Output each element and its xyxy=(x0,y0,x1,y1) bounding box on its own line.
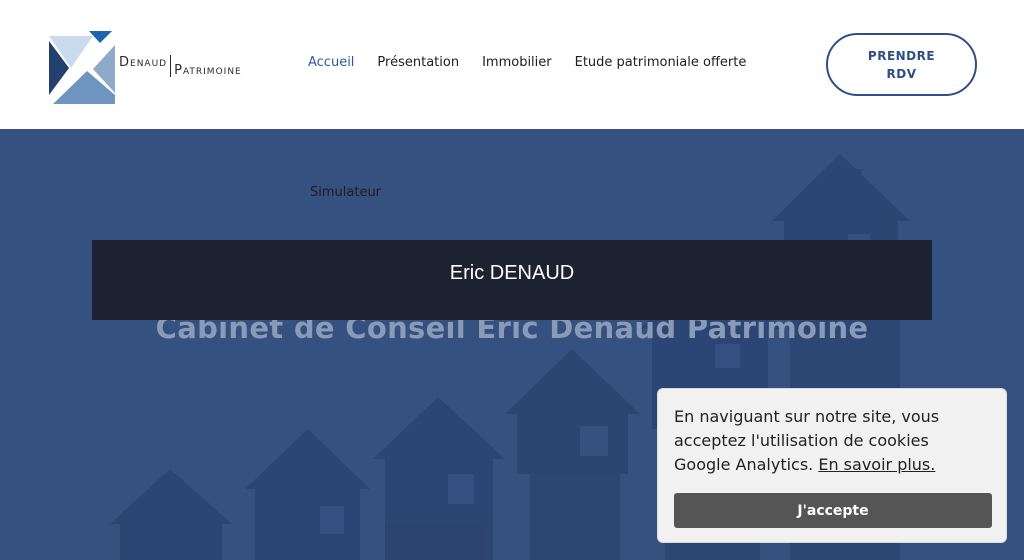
cta-line-1: PRENDRE xyxy=(867,48,936,63)
cookie-consent-popup: En naviguant sur notre site, vous accept… xyxy=(657,388,1007,543)
banner-name: Eric DENAUD xyxy=(449,261,575,284)
main-nav: Accueil Présentation Immobilier Etude pa… xyxy=(308,55,769,75)
cookie-learn-more-link[interactable]: En savoir plus. xyxy=(818,455,935,474)
site-header: Denaud Patrimoine Accueil Présentation I… xyxy=(0,0,1024,129)
nav-item-presentation[interactable]: Présentation xyxy=(377,55,459,75)
logo-mark-icon xyxy=(49,31,115,104)
logo-first-word: Denaud xyxy=(119,54,168,70)
nav-item-etude-patrimoniale[interactable]: Etude patrimoniale offerte xyxy=(575,55,747,75)
logo[interactable]: Denaud Patrimoine xyxy=(49,31,299,105)
logo-second-word: Patrimoine xyxy=(174,62,242,78)
logo-text: Denaud Patrimoine xyxy=(119,53,242,79)
nav-item-immobilier[interactable]: Immobilier xyxy=(482,55,552,75)
nav-item-accueil[interactable]: Accueil xyxy=(308,55,354,75)
cookie-accept-button[interactable]: J'accepte xyxy=(674,493,992,528)
cookie-message: En naviguant sur notre site, vous accept… xyxy=(674,405,990,477)
nav-item-simulateur[interactable]: Simulateur xyxy=(310,185,381,200)
cta-line-2: RDV xyxy=(886,66,917,81)
name-banner: Eric DENAUD xyxy=(92,240,932,320)
prendre-rdv-button[interactable]: PRENDRE RDV xyxy=(826,33,977,96)
logo-divider xyxy=(170,55,172,77)
